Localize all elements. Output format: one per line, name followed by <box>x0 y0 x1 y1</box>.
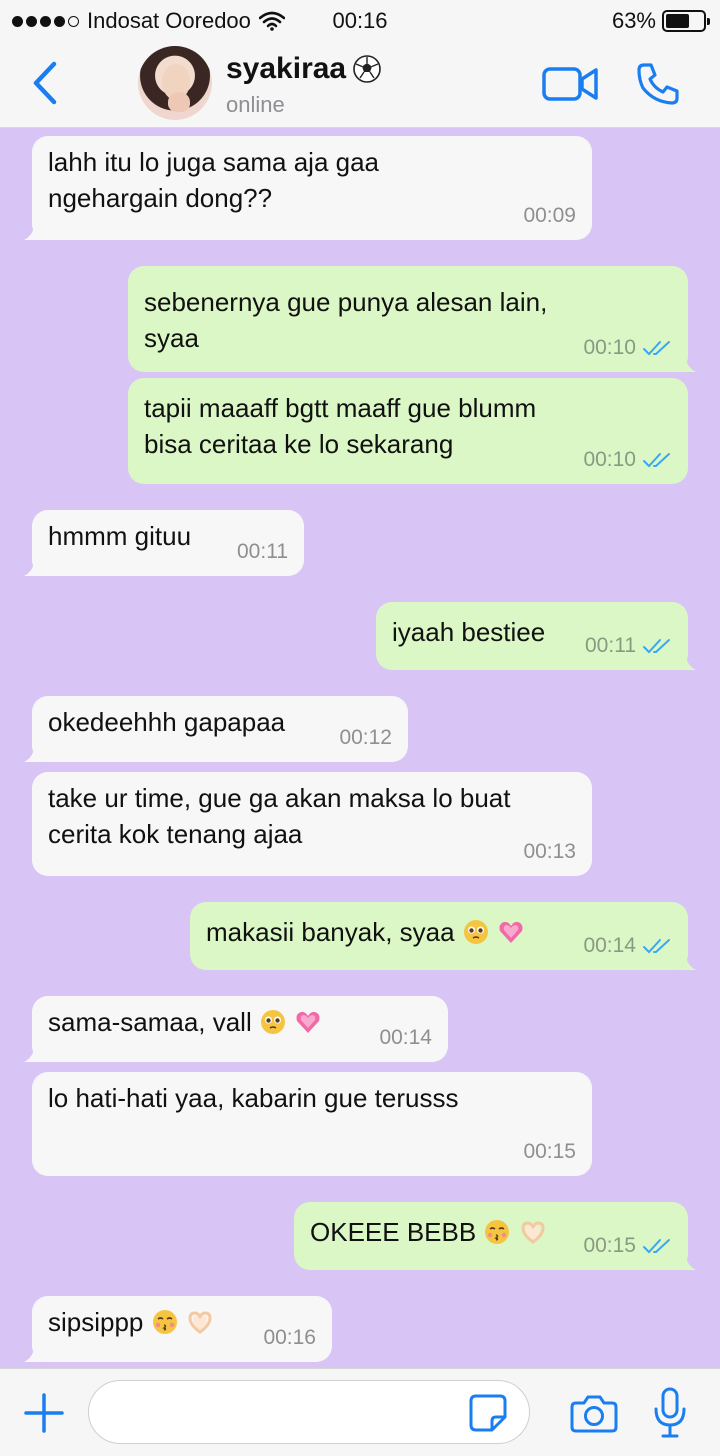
kissing-face-icon <box>152 1310 177 1334</box>
battery-icon <box>662 10 710 32</box>
plus-icon[interactable] <box>22 1391 66 1435</box>
message-bubble[interactable]: sebenernya gue punya alesan lain, syaa 0… <box>128 266 696 372</box>
message-time: 00:14 <box>583 934 636 957</box>
message-bubble[interactable]: lo hati-hati yaa, kabarin gue terusss 00… <box>32 1072 592 1176</box>
message-line: take ur time, gue ga akan maksa lo buat <box>48 783 511 813</box>
chat-header: syakiraa online <box>0 40 720 128</box>
kissing-face-icon <box>485 1220 510 1244</box>
message-time: 00:11 <box>237 540 288 563</box>
message-bubble[interactable]: sama-samaa, vall 00:14 <box>24 996 448 1062</box>
message-line: cerita kok tenang ajaa <box>48 819 303 849</box>
message-time: 00:10 <box>583 336 636 359</box>
heart-hands-icon <box>521 1221 545 1244</box>
message-line: lahh itu lo juga sama aja gaa <box>48 147 380 177</box>
message-bubble[interactable]: tapii maaaff bgtt maaff gue blumm bisa c… <box>128 378 688 484</box>
message-line: sebenernya gue punya alesan lain, <box>144 287 548 317</box>
message-line: makasii banyak, syaa <box>206 917 455 947</box>
message-line: tapii maaaff bgtt maaff gue blumm <box>144 393 537 423</box>
message-time: 00:11 <box>585 634 636 657</box>
double-check-icon <box>643 1239 670 1254</box>
message-time: 00:09 <box>523 204 576 227</box>
message-time: 00:15 <box>523 1140 576 1163</box>
message-bubble[interactable]: OKEEE BEBB 00:15 <box>294 1202 696 1270</box>
message-input[interactable] <box>88 1380 530 1444</box>
battery-percent: 63% <box>611 8 656 33</box>
contact-name-text: syakiraa <box>226 52 347 85</box>
message-line: sama-samaa, vall <box>48 1007 252 1037</box>
message-bubble[interactable]: sipsippp 00:16 <box>24 1296 332 1362</box>
contact-name[interactable]: syakiraa <box>226 52 382 86</box>
growing-heart-icon <box>499 921 523 943</box>
message-bubble[interactable]: iyaah bestiee 00:11 <box>376 602 696 670</box>
soccer-ball-icon <box>353 55 381 83</box>
pleading-face-icon <box>463 920 488 944</box>
message-bubble[interactable]: hmmm gituu 00:11 <box>24 510 304 576</box>
message-time: 00:12 <box>339 726 392 749</box>
message-bubble[interactable]: makasii banyak, syaa 00:14 <box>190 902 696 970</box>
message-bubble[interactable]: take ur time, gue ga akan maksa lo buat … <box>32 772 592 876</box>
pleading-face-icon <box>260 1010 285 1034</box>
camera-icon[interactable] <box>570 1391 618 1435</box>
message-time: 00:10 <box>583 448 636 471</box>
message-bubble[interactable]: lahh itu lo juga sama aja gaa ngehargain… <box>24 136 592 240</box>
video-call-icon[interactable] <box>542 64 598 104</box>
message-line: ngehargain dong?? <box>48 183 273 213</box>
message-line: OKEEE BEBB <box>310 1217 477 1247</box>
message-line: sipsippp <box>48 1307 144 1337</box>
composer-bar <box>0 1368 720 1456</box>
heart-hands-icon <box>188 1311 212 1334</box>
message-bubble[interactable]: okedeehhh gapapaa 00:12 <box>24 696 408 762</box>
status-bar: Indosat Ooredoo 00:16 63% <box>0 0 720 40</box>
growing-heart-icon <box>296 1011 320 1033</box>
double-check-icon <box>643 453 670 468</box>
message-time: 00:15 <box>583 1234 636 1257</box>
message-time: 00:16 <box>263 1326 316 1349</box>
message-time: 00:14 <box>379 1026 432 1049</box>
double-check-icon <box>643 939 670 954</box>
sticker-icon[interactable] <box>468 1393 508 1433</box>
microphone-icon[interactable] <box>652 1387 688 1439</box>
double-check-icon <box>643 341 670 356</box>
avatar[interactable] <box>138 46 212 120</box>
presence-status: online <box>226 92 285 117</box>
phone-icon[interactable] <box>636 62 680 106</box>
status-right: 63% <box>611 8 710 34</box>
message-line: lo hati-hati yaa, kabarin gue terusss <box>48 1083 459 1113</box>
message-time: 00:13 <box>523 840 576 863</box>
back-chevron-icon[interactable] <box>28 60 64 106</box>
double-check-icon <box>643 639 670 654</box>
